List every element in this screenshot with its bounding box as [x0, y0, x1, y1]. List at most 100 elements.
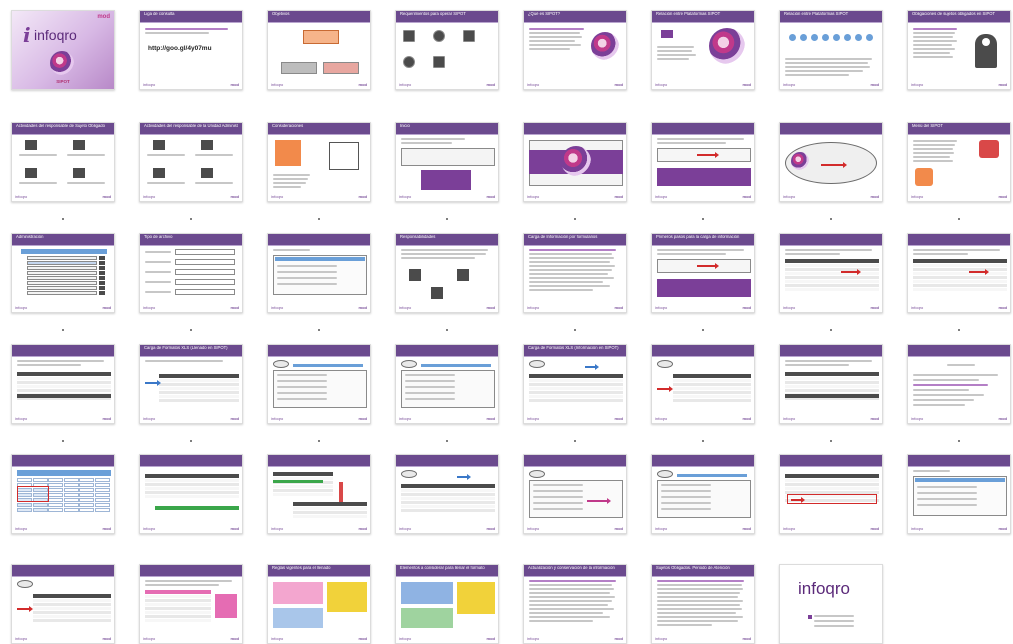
- slide-thumbnail[interactable]: Liga de consulta http://goo.gl/4y07mu info…: [139, 10, 243, 90]
- slide-body: [145, 360, 239, 414]
- selected-row: [785, 394, 879, 398]
- requirement-icon: [463, 30, 475, 42]
- slide-thumbnail[interactable]: infoqro mod: [11, 564, 115, 644]
- sheet-cell: [48, 483, 63, 487]
- footer-logo: infoqro: [911, 305, 924, 310]
- table-row: [17, 385, 111, 388]
- slide-thumbnail[interactable]: infoqro mod: [523, 454, 627, 534]
- slide-thumbnail[interactable]: infoqro mod: [779, 233, 883, 313]
- slide-thumbnail[interactable]: infoqro mod: [267, 344, 371, 424]
- title-underline: [652, 576, 754, 577]
- table-row: [785, 264, 879, 267]
- table-row: [159, 395, 239, 398]
- footer-logo: infoqro: [143, 194, 156, 199]
- text-line: [657, 612, 737, 614]
- text-line: [529, 604, 609, 606]
- arrow-icon: [585, 366, 595, 368]
- text-line: [529, 612, 603, 614]
- slide-thumbnail[interactable]: Actualización y conservación de la infor…: [523, 564, 627, 644]
- slide-thumbnail[interactable]: Consideraciones infoqro mod: [267, 122, 371, 202]
- slide-thumbnail[interactable]: infoqro mod: [779, 454, 883, 534]
- slide-thumbnail[interactable]: infoqro mod: [651, 122, 755, 202]
- title-underline: [268, 576, 370, 577]
- slide-body: [401, 360, 495, 414]
- form-field[interactable]: [175, 279, 235, 285]
- slide-thumbnail[interactable]: infoqro mod: [907, 344, 1011, 424]
- title-underline: [140, 576, 242, 577]
- slide-thumbnail[interactable]: ¿Qué es SIPOT? infoqro mod: [523, 10, 627, 90]
- text-line: [533, 490, 583, 492]
- text-line: [145, 360, 224, 362]
- row-toggle: [99, 291, 105, 295]
- text-line: [529, 265, 616, 267]
- slide-thumbnail[interactable]: Actividades del responsable de la Unidad…: [139, 122, 243, 202]
- table-row: [159, 383, 239, 386]
- field-bar: [677, 474, 747, 477]
- table-row: [293, 507, 367, 510]
- slide-thumbnail[interactable]: Carga de Formatos XLS (Información en SI…: [523, 344, 627, 424]
- separator-dot: [318, 218, 320, 220]
- slide-thumbnail[interactable]: infoqro mod: [11, 344, 115, 424]
- slide-thumbnail[interactable]: infoqro mod: [651, 344, 755, 424]
- slide-thumbnail[interactable]: infoqro mod: [11, 454, 115, 534]
- slide-thumbnail[interactable]: Objetivos infoqro mod: [267, 10, 371, 90]
- slide-thumbnail[interactable]: Sujetos Obligados. Periodo de Atención in…: [651, 564, 755, 644]
- timeline-node-icon: [800, 34, 807, 41]
- form-field[interactable]: [175, 289, 235, 295]
- form-row: [27, 256, 97, 260]
- form-field[interactable]: [175, 249, 235, 255]
- slide-body: [401, 580, 495, 634]
- arrow-icon: [657, 388, 669, 390]
- title-underline: [140, 245, 242, 246]
- slide-thumbnail[interactable]: Elementos a considerar para llenar el fo…: [395, 564, 499, 644]
- slide-thumbnail[interactable]: infoqro mod: [779, 344, 883, 424]
- slide-title-bar: [908, 234, 1010, 245]
- url-text[interactable]: http://goo.gl/4y07mu: [148, 45, 212, 52]
- footer-logo: infoqro: [783, 416, 796, 421]
- text-line: [657, 54, 696, 56]
- arrow-head-icon: [843, 162, 847, 168]
- slide-thumbnail[interactable]: Menú del SIPOT infoqro mod: [907, 122, 1011, 202]
- slide-thumbnail[interactable]: i infoqro mod SIPOT: [11, 10, 115, 90]
- table-header: [401, 484, 495, 488]
- slide-thumbnail[interactable]: Primeros pasos para la carga de informac…: [651, 233, 755, 313]
- slide-thumbnail[interactable]: infoqro mod: [523, 122, 627, 202]
- slide-thumbnail[interactable]: Responsabilidades infoqro mod: [395, 233, 499, 313]
- slide-thumbnail[interactable]: infoqro mod: [907, 233, 1011, 313]
- text-line: [401, 253, 486, 255]
- footer-logo: infoqro: [783, 82, 796, 87]
- slide-thumbnail[interactable]: Relación entre Plataformas SIPOT infoqro m…: [779, 10, 883, 90]
- slide-thumbnail[interactable]: Inicio infoqro mod: [395, 122, 499, 202]
- table-row: [785, 487, 879, 490]
- footer-mark: mod: [998, 416, 1007, 421]
- table-row: [673, 399, 751, 402]
- table-header: [785, 474, 879, 478]
- slide-thumbnail[interactable]: infoqro mod: [267, 233, 371, 313]
- row-toggle: [99, 261, 105, 265]
- slide-title: Consideraciones: [272, 124, 304, 128]
- slide-thumbnail[interactable]: Carga de Información por formularios info…: [523, 233, 627, 313]
- slide-thumbnail[interactable]: infoqro mod: [907, 454, 1011, 534]
- slide-thumbnail[interactable]: Carga de Formatos XLS (Llenado en SIPOT)…: [139, 344, 243, 424]
- slide-thumbnail[interactable]: infoqro mod: [395, 344, 499, 424]
- slide-thumbnail[interactable]: infoqro: [779, 564, 883, 644]
- slide-thumbnail[interactable]: Requerimientos para operar SIPOT infoqro m…: [395, 10, 499, 90]
- users-icon: [915, 168, 933, 186]
- note-box: [401, 608, 453, 628]
- slide-thumbnail[interactable]: Tipo de archivo infoqro mod: [139, 233, 243, 313]
- slide-thumbnail[interactable]: infoqro mod: [779, 122, 883, 202]
- slide-thumbnail[interactable]: infoqro mod: [139, 564, 243, 644]
- slide-thumbnail[interactable]: Obligaciones de sujetos obligados en SIP…: [907, 10, 1011, 90]
- slide-thumbnail[interactable]: infoqro mod: [651, 454, 755, 534]
- form-field[interactable]: [175, 259, 235, 265]
- slide-thumbnail[interactable]: infoqro mod: [395, 454, 499, 534]
- form-field[interactable]: [175, 269, 235, 275]
- slide-thumbnail[interactable]: Relación entre Plataformas SIPOT infoqro m…: [651, 10, 755, 90]
- text-line: [277, 271, 337, 273]
- slide-thumbnail[interactable]: Reglas vigentes para el llenado infoqro mo…: [267, 564, 371, 644]
- slide-thumbnail[interactable]: infoqro mod: [267, 454, 371, 534]
- slide-thumbnail[interactable]: infoqro mod: [139, 454, 243, 534]
- slide-thumbnail[interactable]: Administración infoqro mod: [11, 233, 115, 313]
- slide-title: Actividades del responsable de la Unidad…: [144, 124, 238, 128]
- slide-thumbnail[interactable]: Actividades del responsable de Sujeto Ob…: [11, 122, 115, 202]
